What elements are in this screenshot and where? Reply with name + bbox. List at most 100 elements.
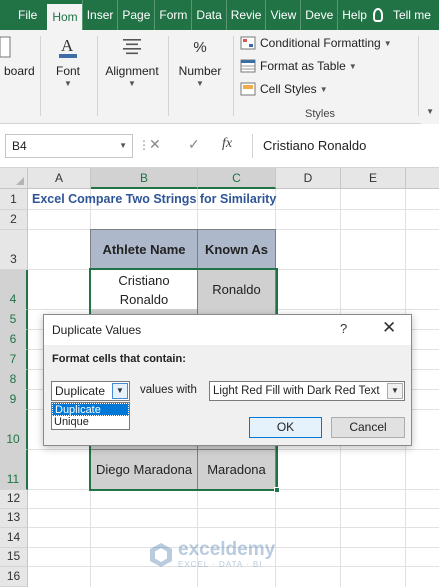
clipboard-label: board [4, 64, 35, 78]
format-as-table-label: Format as Table [260, 59, 346, 73]
sheet-title[interactable]: Excel Compare Two Strings for Similarity [32, 192, 276, 206]
conditional-formatting-button[interactable]: Conditional Formatting ▼ [240, 36, 392, 50]
tab-formulas[interactable]: Form [154, 0, 191, 30]
ribbon-collapse[interactable]: ▼ [421, 30, 439, 124]
tab-file[interactable]: File [0, 0, 47, 30]
chevron-down-icon[interactable]: ▼ [387, 383, 403, 399]
values-with-label: values with [140, 384, 197, 396]
name-box[interactable]: B4 ▼ [5, 134, 133, 158]
tab-home[interactable]: Hom [47, 4, 82, 30]
option-duplicate[interactable]: Duplicate [52, 403, 129, 416]
fill-handle[interactable] [274, 487, 280, 493]
chevron-down-icon: ▼ [196, 79, 204, 88]
row-header-14[interactable]: 14 [0, 528, 28, 548]
conditional-formatting-label: Conditional Formatting [260, 36, 381, 50]
cell-b4[interactable]: Cristiano Ronaldo [90, 269, 198, 310]
format-as-table-button[interactable]: Format as Table ▼ [240, 59, 357, 73]
formula-bar: B4 ▼ ⋮ ✕ ✓ fx Cristiano Ronaldo [0, 124, 439, 168]
insert-function-button[interactable]: fx [222, 136, 232, 152]
formula-input[interactable]: Cristiano Ronaldo [252, 134, 439, 158]
cancel-entry-button[interactable]: ✕ [149, 136, 161, 153]
cell-styles-label: Cell Styles [260, 82, 317, 96]
alignment-group[interactable]: Alignment ▼ [100, 34, 164, 102]
alignment-icon [119, 34, 145, 60]
cell-styles-button[interactable]: Cell Styles ▼ [240, 82, 328, 96]
alignment-label: Alignment [105, 64, 159, 78]
format-style-value: Light Red Fill with Dark Red Text [213, 385, 380, 397]
column-header-d[interactable]: D [276, 168, 341, 189]
row-header-12[interactable]: 12 [0, 490, 28, 509]
chevron-down-icon: ▼ [128, 79, 136, 88]
row-header-16[interactable]: 16 [0, 567, 28, 587]
column-header-a[interactable]: A [28, 168, 91, 189]
row-header-1[interactable]: 1 [0, 189, 28, 210]
font-icon-letter: A [61, 36, 74, 55]
tab-data[interactable]: Data [191, 0, 225, 30]
tab-developer[interactable]: Deve [300, 0, 337, 30]
ok-button[interactable]: OK [249, 417, 322, 438]
row-header-11[interactable]: 11 [0, 450, 28, 490]
tab-help[interactable]: Help [337, 0, 371, 30]
conditional-formatting-icon [240, 36, 256, 50]
format-cells-label: Format cells that contain: [52, 353, 186, 365]
column-header-b[interactable]: B [91, 168, 198, 189]
row-header-15[interactable]: 15 [0, 548, 28, 567]
table-header-known-as[interactable]: Known As [197, 229, 276, 270]
close-button[interactable]: ✕ [382, 318, 396, 338]
format-style-select[interactable]: Light Red Fill with Dark Red Text ▼ [209, 381, 405, 401]
watermark-tagline: EXCEL · DATA · BI [178, 560, 263, 569]
row-header-2[interactable]: 2 [0, 210, 28, 230]
table-header-athlete-name[interactable]: Athlete Name [90, 229, 198, 270]
chevron-down-icon: ▼ [64, 79, 72, 88]
styles-group-label: Styles [305, 108, 335, 120]
font-group[interactable]: A Font ▼ [44, 34, 92, 102]
chevron-down-icon[interactable]: ▼ [112, 383, 128, 399]
watermark-name: exceldemy [178, 539, 276, 560]
tab-view[interactable]: View [265, 0, 300, 30]
help-button[interactable]: ? [340, 321, 347, 336]
cancel-button[interactable]: Cancel [331, 417, 405, 438]
row-header-7[interactable]: 7 [0, 350, 28, 370]
font-icon: A [55, 34, 81, 60]
row-header-3[interactable]: 3 [0, 230, 28, 270]
percent-icon: % [193, 38, 207, 56]
number-group[interactable]: % Number ▼ [172, 34, 228, 102]
column-header-c[interactable]: C [198, 168, 276, 189]
cell-c11[interactable]: Maradona [197, 449, 276, 490]
select-options-list: Duplicate Unique [51, 402, 130, 430]
cell-b11[interactable]: Diego Maradona [90, 449, 198, 490]
exceldemy-watermark: exceldemy EXCEL · DATA · BI [148, 540, 275, 569]
tab-review[interactable]: Revie [225, 0, 266, 30]
duplicate-unique-select[interactable]: Duplicate ▼ [51, 381, 130, 401]
clipboard-icon [0, 34, 14, 60]
dialog-title: Duplicate Values [52, 323, 142, 337]
row-header-6[interactable]: 6 [0, 330, 28, 350]
chevron-down-icon: ▼ [426, 107, 434, 116]
tell-me-search[interactable]: Tell me [383, 0, 435, 30]
row-header-5[interactable]: 5 [0, 310, 28, 330]
ribbon: board A Font ▼ Alignment ▼ % Number ▼ Co… [0, 30, 439, 124]
row-header-4[interactable]: 4 [0, 270, 28, 310]
select-all-button[interactable] [0, 168, 28, 189]
chevron-down-icon: ▼ [383, 38, 392, 48]
number-label: Number [178, 64, 222, 78]
tab-insert[interactable]: Inser [81, 0, 118, 30]
format-as-table-icon [240, 59, 256, 73]
exceldemy-logo-icon [150, 542, 172, 567]
chevron-down-icon: ▼ [119, 141, 127, 150]
column-header-f[interactable] [406, 168, 439, 189]
lightbulb-icon [372, 8, 383, 22]
row-header-13[interactable]: 13 [0, 509, 28, 528]
option-unique[interactable]: Unique [52, 416, 129, 429]
row-header-8[interactable]: 8 [0, 370, 28, 390]
select-value: Duplicate [55, 384, 106, 398]
row-header-10[interactable]: 10 [0, 410, 28, 450]
row-header-9[interactable]: 9 [0, 390, 28, 410]
column-header-e[interactable]: E [341, 168, 406, 189]
menu-tab-bar: File Hom Inser Page Form Data Revie View… [0, 0, 439, 30]
clipboard-group[interactable]: board [0, 34, 38, 102]
cell-c4[interactable]: Ronaldo [197, 269, 276, 310]
confirm-entry-button[interactable]: ✓ [188, 136, 200, 153]
duplicate-values-dialog: Duplicate Values ? ✕ Format cells that c… [43, 314, 412, 446]
tab-page-layout[interactable]: Page [117, 0, 154, 30]
